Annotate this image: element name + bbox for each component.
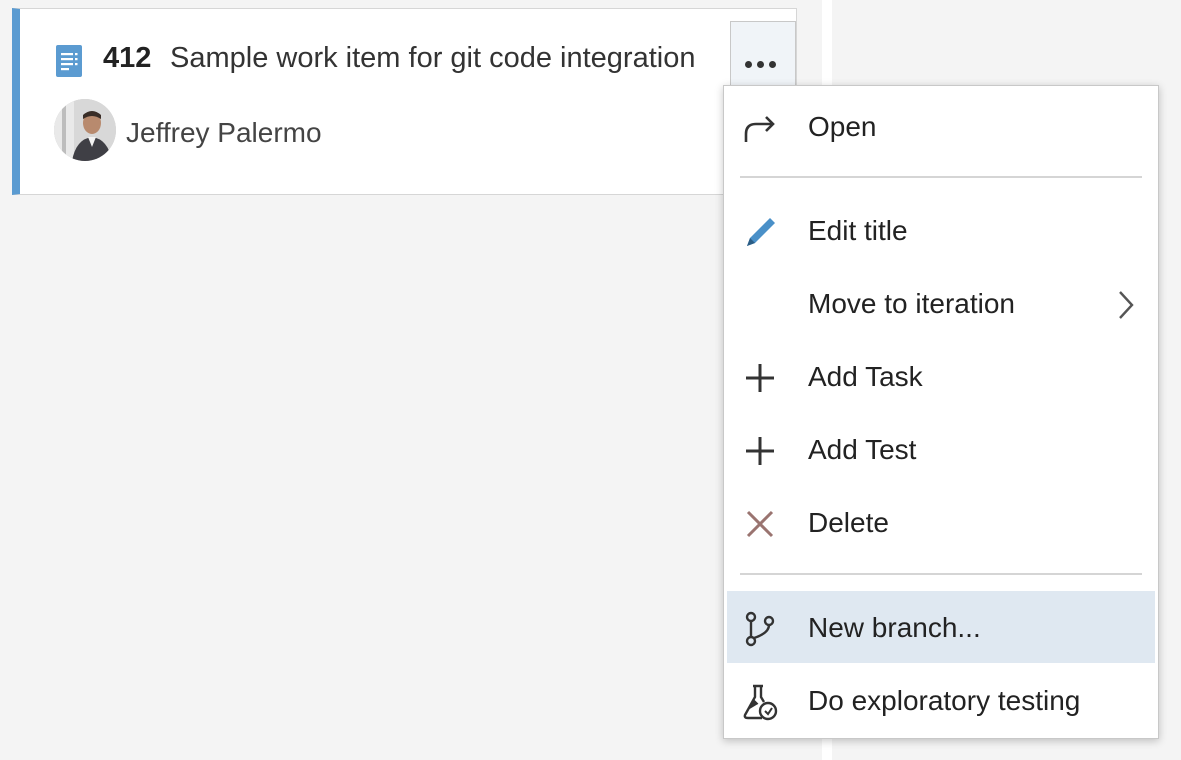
- menu-item-add-task[interactable]: Add Task: [724, 340, 1158, 412]
- menu-item-delete[interactable]: Delete: [724, 486, 1158, 558]
- menu-label-delete: Delete: [808, 507, 889, 538]
- context-menu: Open Edit title Move to iteration Add Ta…: [723, 85, 1159, 739]
- menu-separator: [740, 176, 1142, 178]
- delete-x-icon: [740, 504, 780, 544]
- pencil-icon: [740, 212, 780, 252]
- assignee-name[interactable]: Jeffrey Palermo: [126, 115, 322, 151]
- menu-item-open[interactable]: Open: [724, 90, 1158, 162]
- menu-label-edit-title: Edit title: [808, 215, 908, 246]
- menu-label-exploratory-testing: Do exploratory testing: [808, 685, 1081, 716]
- board-column: 412 Sample work item for git code integr…: [0, 0, 822, 760]
- menu-item-move-to-iteration[interactable]: Move to iteration: [724, 267, 1158, 339]
- git-branch-icon: [740, 609, 780, 649]
- menu-item-add-test[interactable]: Add Test: [724, 413, 1158, 485]
- chevron-right-icon: [1110, 287, 1140, 323]
- backlog-item-icon: [56, 45, 82, 77]
- flask-icon: [740, 682, 780, 722]
- menu-label-new-branch: New branch...: [808, 612, 981, 643]
- more-options-icon: [745, 55, 781, 73]
- open-arrow-icon: [740, 108, 780, 148]
- menu-separator: [740, 573, 1142, 575]
- more-options-button[interactable]: [730, 21, 796, 95]
- work-item-id: 412: [103, 42, 152, 74]
- plus-icon: [740, 431, 780, 471]
- menu-item-new-branch[interactable]: New branch...: [727, 591, 1155, 663]
- menu-label-move-to-iteration: Move to iteration: [808, 288, 1015, 319]
- menu-label-open: Open: [808, 111, 877, 142]
- menu-item-exploratory-testing[interactable]: Do exploratory testing: [724, 664, 1158, 736]
- menu-label-add-task: Add Task: [808, 361, 923, 392]
- menu-item-edit-title[interactable]: Edit title: [724, 194, 1158, 266]
- work-item-card[interactable]: 412 Sample work item for git code integr…: [12, 8, 797, 195]
- avatar: [54, 99, 116, 161]
- menu-label-add-test: Add Test: [808, 434, 917, 465]
- work-item-title[interactable]: Sample work item for git code integratio…: [170, 38, 730, 78]
- plus-icon: [740, 358, 780, 398]
